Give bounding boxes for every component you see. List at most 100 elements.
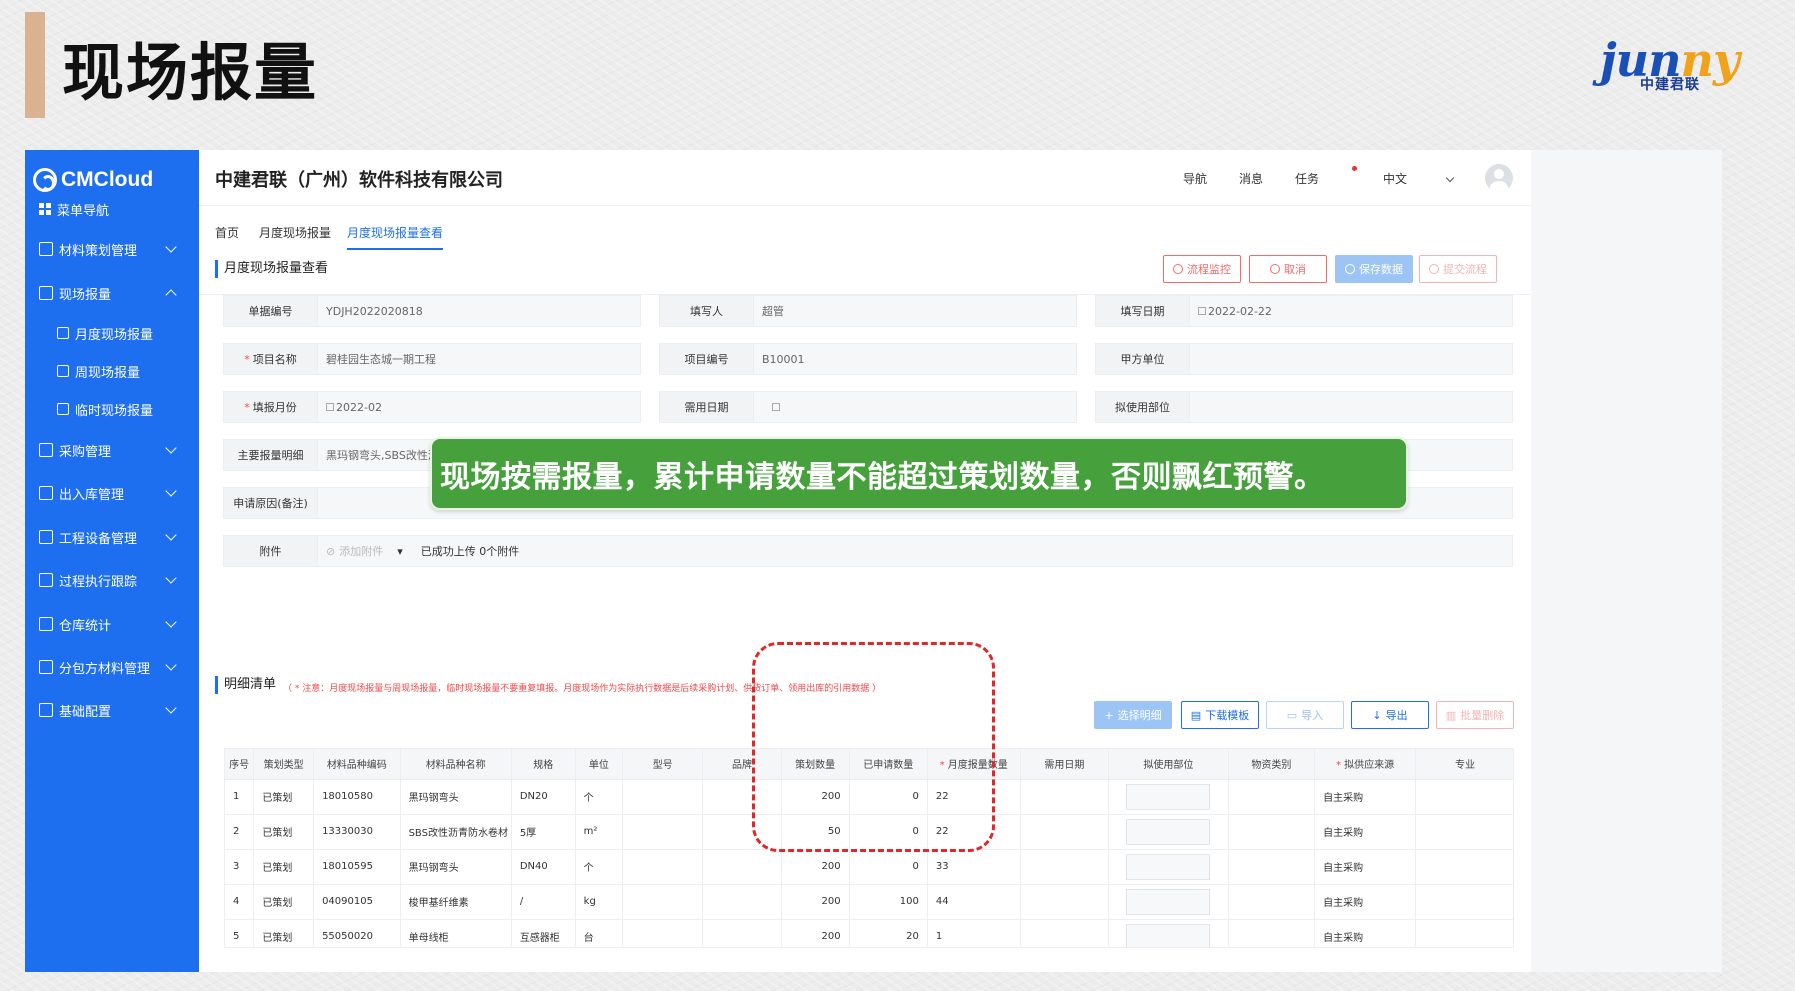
monitor-icon	[1173, 264, 1183, 274]
cancel-button[interactable]: 取消	[1249, 255, 1327, 283]
cell-model	[622, 849, 704, 885]
cell-spec: /	[511, 884, 576, 920]
cell-major	[1415, 814, 1513, 850]
folder-icon: ▭	[1286, 708, 1298, 722]
calendar-icon	[772, 403, 780, 411]
download-icon: ↓	[1372, 708, 1382, 722]
app-logo: CMCloud	[33, 168, 153, 192]
report-month-field[interactable]: * 填报月份 2022-02	[223, 391, 641, 423]
sidebar-item-equipment[interactable]: 工程设备管理	[25, 522, 199, 552]
use-dept-field[interactable]: 拟使用部位	[1095, 391, 1513, 423]
col-header: 专业	[1415, 749, 1513, 780]
fill-date-field[interactable]: 填写日期 2022-02-22	[1095, 295, 1513, 327]
batch-delete-button[interactable]: ▥ 批量删除	[1436, 701, 1514, 729]
save-button[interactable]: 保存数据	[1335, 255, 1413, 283]
apps-icon	[39, 703, 53, 717]
nav-link[interactable]: 导航	[1183, 170, 1207, 187]
avatar[interactable]	[1485, 164, 1513, 192]
org-icon	[39, 443, 53, 457]
chevron-down-icon	[1445, 173, 1455, 182]
use-dept-input[interactable]	[1126, 888, 1211, 915]
cell-applied: 20	[849, 919, 928, 947]
cell-model	[622, 884, 704, 920]
company-name: 中建君联（广州）软件科技有限公司	[215, 170, 503, 191]
cell-plan: 200	[781, 919, 850, 947]
cell-unit: 个	[575, 849, 624, 885]
calendar-icon	[1198, 307, 1206, 315]
sidebar-item-site-report[interactable]: 现场报量	[25, 278, 199, 308]
col-header: 需用日期	[1020, 749, 1110, 780]
sidebar-item-base-config[interactable]: 基础配置	[25, 695, 199, 725]
sidebar-item-warehouse-stats[interactable]: 仓库统计	[25, 609, 199, 639]
sidebar-item-procurement[interactable]: 采购管理	[25, 435, 199, 465]
top-bar: 中建君联（广州）软件科技有限公司 导航 消息 任务 中文	[199, 150, 1531, 206]
export-button[interactable]: ↓ 导出	[1351, 701, 1429, 729]
cell-no: 4	[225, 884, 255, 920]
cell-spec: 互感器柜	[511, 919, 576, 947]
cube-icon	[39, 530, 53, 544]
tab-monthly-report-view[interactable]: 月度现场报量查看	[347, 224, 444, 250]
caret-down-icon[interactable]: ▾	[397, 545, 403, 558]
sidebar-item-process-tracking[interactable]: 过程执行跟踪	[25, 565, 199, 595]
report-icon	[39, 286, 53, 300]
download-template-button[interactable]: ▤ 下载模板	[1181, 701, 1259, 729]
cell-applied: 0	[849, 849, 928, 885]
attachment-status: 已成功上传 0个附件	[420, 545, 520, 558]
attachment-field: 附件 ⊘ 添加附件 ▾ 已成功上传 0个附件	[223, 535, 1513, 567]
project-name-field[interactable]: * 项目名称 碧桂园生态城一期工程	[223, 343, 641, 375]
sidebar-item-weekly-report[interactable]: 周现场报量	[25, 356, 199, 386]
close-icon	[1270, 264, 1280, 274]
chevron-down-icon	[165, 572, 177, 584]
language-selector[interactable]: 中文	[1383, 170, 1455, 187]
sidebar-item-monthly-report[interactable]: 月度现场报量	[25, 318, 199, 348]
tab-home[interactable]: 首页	[215, 224, 239, 241]
need-date-field[interactable]: 需用日期	[659, 391, 1077, 423]
messages-link[interactable]: 消息	[1239, 170, 1263, 187]
cell-monthly[interactable]: 33	[927, 849, 1021, 885]
chevron-down-icon	[165, 702, 177, 714]
sidebar-item-temporary-report[interactable]: 临时现场报量	[25, 394, 199, 424]
paperclip-icon: ⊘	[326, 544, 336, 558]
content-panel: 月度现场报量查看 流程监控 取消 保存数据 提交流程 单据编号 YDJH2022…	[199, 250, 1531, 972]
use-dept-input[interactable]	[1126, 923, 1211, 947]
use-dept-input[interactable]	[1126, 818, 1211, 845]
import-button[interactable]: ▭ 导入	[1266, 701, 1344, 729]
cell-monthly[interactable]: 1	[927, 919, 1021, 947]
calendar-icon	[57, 365, 69, 377]
cell-monthly[interactable]: 44	[927, 884, 1021, 920]
cell-major	[1415, 884, 1513, 920]
sidebar-item-warehouse-io[interactable]: 出入库管理	[25, 478, 199, 508]
cell-date	[1020, 779, 1110, 815]
use-dept-input[interactable]	[1126, 853, 1211, 880]
party-a-field[interactable]: 甲方单位	[1095, 343, 1513, 375]
submit-button[interactable]: 提交流程	[1419, 255, 1497, 283]
use-dept-input[interactable]	[1126, 783, 1211, 810]
cell-name: 黑玛钢弯头	[400, 849, 512, 885]
tasks-link[interactable]: 任务	[1295, 165, 1357, 187]
card-icon	[57, 403, 69, 415]
process-monitor-button[interactable]: 流程监控	[1163, 255, 1241, 283]
home-icon	[39, 486, 53, 500]
cell-brand	[702, 919, 782, 947]
add-attachment-button[interactable]: 添加附件	[339, 543, 383, 559]
use-dept-cell	[1108, 849, 1229, 885]
detail-section-title: 明细清单	[215, 676, 276, 694]
cell-plan: 200	[781, 849, 850, 885]
slide-title: 现场报量	[62, 36, 319, 109]
table-row[interactable]: 5 已策划 55050020 单母线柜 互感器柜台 200 20 1 自主采购	[225, 919, 1513, 947]
table-row[interactable]: 3 已策划 18010595 黑玛钢弯头 DN40 个 200 0 33 自主采购	[225, 849, 1513, 885]
sidebar-item-material-planning[interactable]: 材料策划管理	[25, 234, 199, 264]
chevron-up-icon	[165, 289, 177, 301]
plus-icon: +	[1104, 708, 1114, 722]
cell-type: 已策划	[253, 814, 315, 850]
tab-monthly-report[interactable]: 月度现场报量	[259, 224, 331, 241]
cell-code: 04090105	[313, 884, 401, 920]
cell-source: 自主采购	[1314, 884, 1417, 920]
brand-subtitle: 中建君联	[1640, 77, 1700, 93]
stats-icon	[39, 617, 53, 631]
table-row[interactable]: 4 已策划 04090105 梭甲基纤维素 / kg 200 100 44 自主采购	[225, 884, 1513, 920]
tracking-icon	[39, 573, 53, 587]
select-detail-button[interactable]: + 选择明细	[1094, 701, 1172, 729]
sidebar-item-subcontractor[interactable]: 分包方材料管理	[25, 652, 199, 682]
sidebar-item-menu-nav[interactable]: 菜单导航	[25, 194, 199, 224]
